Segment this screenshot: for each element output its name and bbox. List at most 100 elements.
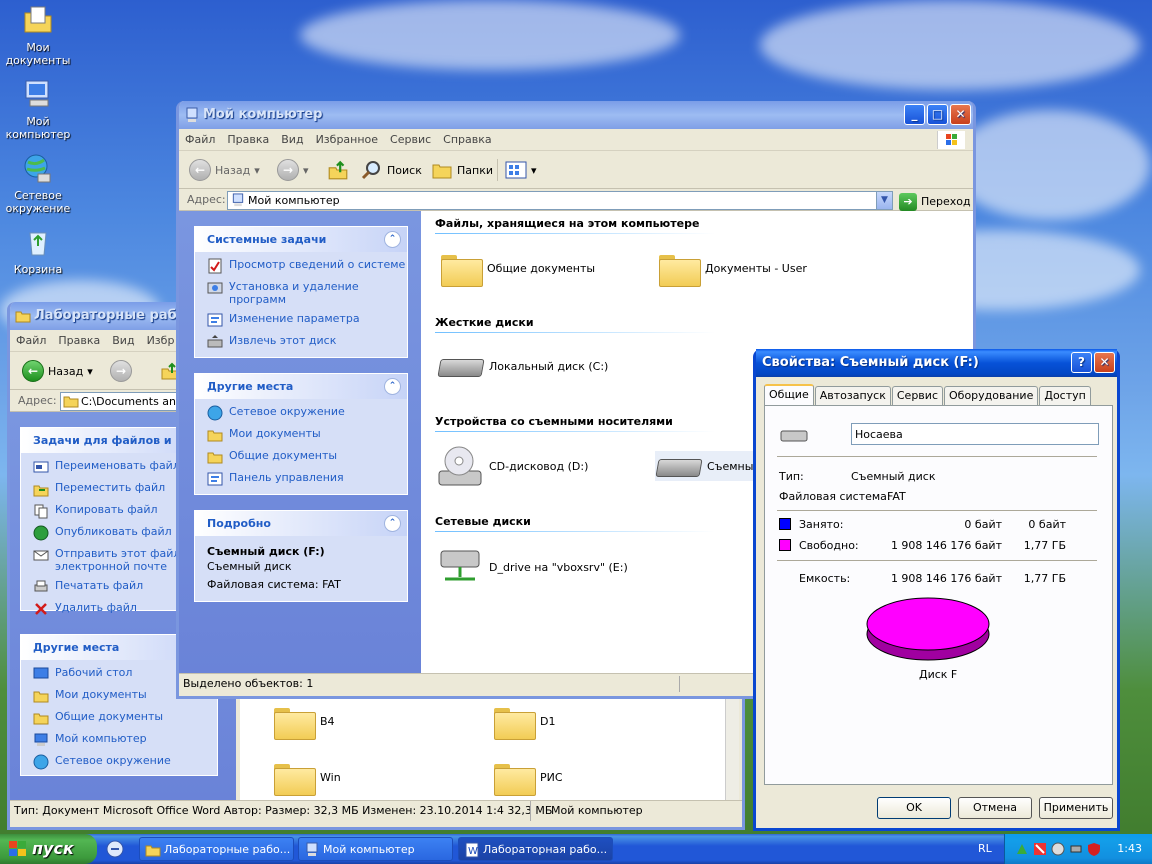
search-button[interactable]: Поиск [361, 157, 422, 183]
task-add-remove-programs[interactable]: Установка и удаление программ [195, 280, 407, 306]
safely-remove-hardware-icon[interactable] [1069, 842, 1083, 856]
desktop-icon-my-computer[interactable]: Мой компьютер [2, 78, 74, 141]
my-computer-titlebar[interactable]: Мой компьютер _ □ ✕ [179, 101, 973, 129]
file-item[interactable]: Win [274, 760, 341, 796]
used-bytes: 0 байт [964, 518, 1002, 531]
place-label: Рабочий стол [55, 666, 133, 679]
ok-button[interactable]: OK [877, 797, 951, 819]
lab-scrollbar[interactable] [725, 698, 739, 800]
address-field[interactable]: Мой компьютер ▼ [227, 191, 893, 210]
collapse-chevron-icon[interactable]: ⌃ [384, 378, 401, 395]
menu-edit[interactable]: Правка [227, 133, 269, 146]
lab-address-field[interactable]: C:\Documents and S [60, 392, 193, 411]
task-view-system-info[interactable]: Просмотр сведений о системе [195, 258, 407, 274]
start-label: пуск [32, 839, 74, 858]
desktop-icon-network[interactable]: Сетевое окружение [2, 152, 74, 215]
address-label: Адрес: [18, 394, 57, 407]
close-button[interactable]: ✕ [1094, 352, 1115, 373]
tab-autoplay[interactable]: Автозапуск [814, 386, 891, 406]
file-item[interactable]: РИС [494, 760, 563, 796]
item-network-drive-e[interactable]: D_drive на "vboxsrv" (E:) [437, 547, 628, 587]
forward-button[interactable]: → ▾ [277, 157, 309, 183]
file-item[interactable]: D1 [494, 704, 555, 740]
used-short: 0 байт [1028, 518, 1066, 531]
tab-sharing[interactable]: Доступ [1039, 386, 1091, 406]
go-button[interactable]: ➔ Переход [899, 191, 971, 213]
task-eject-disk[interactable]: Извлечь этот диск [195, 334, 407, 350]
network-tray-icon[interactable] [1015, 842, 1029, 856]
menu-edit[interactable]: Правка [58, 334, 100, 347]
up-folder-button[interactable] [327, 157, 349, 183]
details-title: Подробно [207, 517, 271, 530]
network-globe-icon [207, 405, 223, 421]
file-item[interactable]: B4 [274, 704, 335, 740]
shield-icon[interactable] [1087, 842, 1101, 856]
folders-button[interactable]: Папки [431, 157, 493, 183]
clock[interactable]: 1:43 [1117, 834, 1142, 864]
views-button[interactable]: ▾ [505, 157, 537, 183]
task-label: Просмотр сведений о системе [229, 258, 406, 271]
task-my-computer[interactable]: Мой компьютер [298, 837, 453, 861]
properties-tabs: Общие Автозапуск Сервис Оборудование Дос… [764, 384, 1092, 406]
place-control-panel[interactable]: Панель управления [195, 471, 407, 487]
minimize-button[interactable]: _ [904, 104, 925, 125]
start-button[interactable]: пуск [0, 834, 97, 864]
help-button[interactable]: ? [1071, 352, 1092, 373]
my-computer-menubar: Файл Правка Вид Избранное Сервис Справка [179, 129, 973, 151]
menu-favorites[interactable]: Избранное [316, 133, 378, 146]
place-shared-documents[interactable]: Общие документы [195, 449, 407, 465]
menu-tools[interactable]: Сервис [390, 133, 431, 146]
dropdown-arrow-icon: ▾ [531, 163, 537, 177]
desktop-icon-my-documents[interactable]: Мои документы [2, 4, 74, 67]
forward-button[interactable]: → [110, 358, 132, 384]
other-places-header[interactable]: Другие места ⌃ [195, 374, 407, 399]
back-button[interactable]: ← Назад ▾ [189, 157, 260, 183]
tab-hardware[interactable]: Оборудование [944, 386, 1039, 406]
printer-icon [34, 580, 48, 592]
menu-view[interactable]: Вид [112, 334, 134, 347]
folder-icon [274, 704, 316, 740]
language-indicator[interactable]: RL [978, 834, 992, 864]
item-local-disk-c[interactable]: Локальный диск (C:) [437, 351, 608, 381]
properties-dialog[interactable]: Свойства: Съемный диск (F:) ? ✕ Общие Ав… [753, 349, 1120, 831]
desktop-icon-recycle-bin[interactable]: Корзина [2, 226, 74, 276]
properties-titlebar[interactable]: Свойства: Съемный диск (F:) ? ✕ [756, 349, 1117, 377]
menu-file[interactable]: Файл [185, 133, 215, 146]
menu-view[interactable]: Вид [281, 133, 303, 146]
place-network[interactable]: Сетевое окружение [195, 405, 407, 421]
item-cd-drive[interactable]: CD-дисковод (D:) [437, 443, 588, 489]
menu-help[interactable]: Справка [443, 133, 491, 146]
place-my-computer[interactable]: Мой компьютер [21, 732, 217, 748]
recycle-bin-icon [29, 232, 47, 256]
section-divider [435, 531, 715, 532]
volume-label-input[interactable] [851, 423, 1099, 445]
close-button[interactable]: ✕ [950, 104, 971, 125]
disk-tray-icon[interactable] [1051, 842, 1065, 856]
apply-button[interactable]: Применить [1039, 797, 1113, 819]
task-lab-document[interactable]: W Лабораторная рабо... [458, 837, 613, 861]
place-my-documents[interactable]: Мои документы [195, 427, 407, 443]
tab-general[interactable]: Общие [764, 384, 814, 406]
security-warning-icon[interactable] [1033, 842, 1047, 856]
folders-icon [432, 164, 452, 179]
item-shared-documents[interactable]: Общие документы [441, 251, 595, 287]
place-network[interactable]: Сетевое окружение [21, 754, 217, 770]
add-remove-programs-icon [207, 282, 223, 294]
quick-launch-icon[interactable] [106, 840, 124, 858]
cancel-button[interactable]: Отмена [958, 797, 1032, 819]
menu-favorites[interactable]: Избр [147, 334, 175, 347]
maximize-button[interactable]: □ [927, 104, 948, 125]
item-removable-disk-f[interactable]: Съемный [655, 451, 761, 481]
task-lab-works[interactable]: Лабораторные рабо... [139, 837, 294, 861]
back-button[interactable]: ← Назад ▾ [22, 358, 93, 384]
address-dropdown-icon[interactable]: ▼ [876, 192, 892, 209]
menu-file[interactable]: Файл [16, 334, 46, 347]
task-change-setting[interactable]: Изменение параметра [195, 312, 407, 328]
item-user-documents[interactable]: Документы - User [659, 251, 807, 287]
details-header[interactable]: Подробно ⌃ [195, 511, 407, 536]
place-shared-documents[interactable]: Общие документы [21, 710, 217, 726]
tab-tools[interactable]: Сервис [891, 386, 943, 406]
system-tasks-header[interactable]: Системные задачи ⌃ [195, 227, 407, 252]
collapse-chevron-icon[interactable]: ⌃ [384, 515, 401, 532]
collapse-chevron-icon[interactable]: ⌃ [384, 231, 401, 248]
